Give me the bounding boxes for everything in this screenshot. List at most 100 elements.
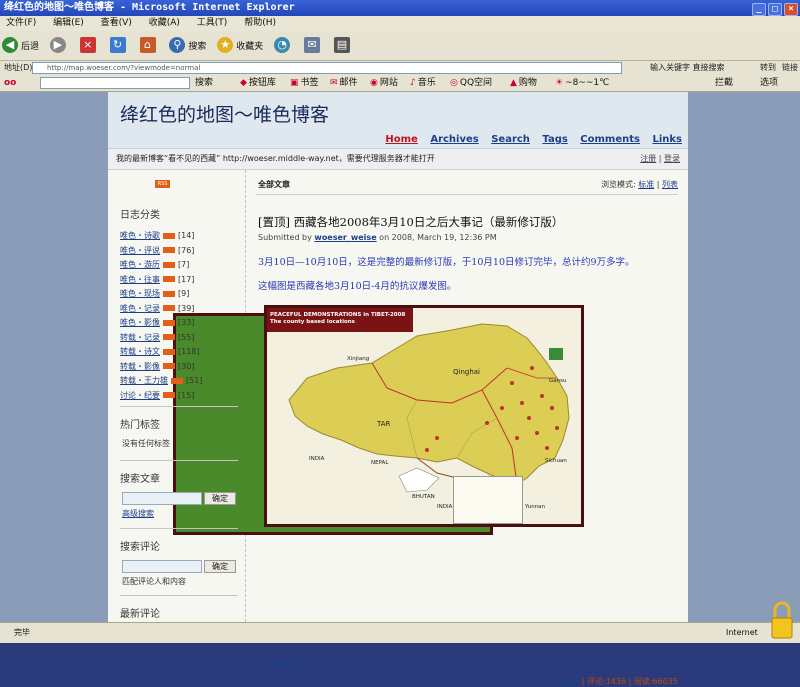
sidebar: MAPRSS 日志分类 唯色・诗歌[14]唯色・评说[76]唯色・游历[7]唯色… — [108, 170, 493, 622]
category-rss-icon[interactable] — [163, 247, 175, 253]
view-mode-standard[interactable]: 标准 — [638, 180, 654, 189]
category-rss-icon[interactable] — [163, 261, 175, 268]
links-item-qzone[interactable]: ◎ QQ空间 — [450, 75, 492, 92]
category-count: [7] — [178, 260, 190, 269]
search-posts-input[interactable] — [122, 492, 202, 505]
keyword-search-hint[interactable]: 输入关键字 直接搜索 — [650, 61, 725, 75]
menu-tools[interactable]: 工具(T) — [197, 16, 228, 31]
toolbar-search-input[interactable] — [40, 77, 190, 89]
map-label-yunnan: Yunnan — [525, 504, 546, 510]
category-name[interactable]: 转载・影像 — [120, 362, 160, 371]
category-rss-icon[interactable] — [171, 377, 183, 384]
category-name[interactable]: 讨论・纪要 — [120, 391, 160, 400]
category-name[interactable]: 唯色・诗歌 — [120, 231, 160, 240]
refresh-button[interactable]: ↻ — [109, 37, 129, 53]
category-item[interactable]: 唯色・往事 [17] — [120, 273, 240, 288]
nav-comments[interactable]: Comments — [580, 134, 640, 145]
links-item-shopping[interactable]: ▲ 购物 — [510, 75, 537, 92]
post-category-link[interactable]: 讨论・纪要 — [539, 677, 579, 686]
rss-badge[interactable]: RSS — [155, 180, 170, 188]
category-rss-icon[interactable] — [163, 334, 175, 340]
category-rss-icon[interactable] — [163, 305, 175, 311]
menu-favorites[interactable]: 收藏(A) — [149, 16, 180, 31]
menu-help[interactable]: 帮助(H) — [244, 16, 276, 31]
menu-view[interactable]: 查看(V) — [101, 16, 132, 31]
blog-title[interactable]: 绛红色的地图～唯色博客 — [120, 100, 329, 127]
maximize-button[interactable]: □ — [768, 3, 782, 16]
links-item-buttons[interactable]: ◆ 按钮库 — [240, 75, 276, 92]
home-button[interactable]: ⌂ — [139, 37, 159, 53]
category-item[interactable]: 转载・诗文 [118] — [120, 345, 240, 360]
category-item[interactable]: 转载・记录 [55] — [120, 331, 240, 346]
view-mode-list[interactable]: 列表 — [662, 180, 678, 189]
search-posts-button[interactable]: 确定 — [204, 492, 236, 505]
menu-file[interactable]: 文件(F) — [6, 16, 36, 31]
category-item[interactable]: 讨论・纪要 [15] — [120, 389, 240, 404]
links-item-mail[interactable]: ✉ 邮件 — [330, 75, 358, 92]
category-rss-icon[interactable] — [163, 392, 175, 398]
category-name[interactable]: 唯色・现场 — [120, 289, 160, 298]
category-name[interactable]: 唯色・评说 — [120, 246, 160, 255]
category-name[interactable]: 转载・记录 — [120, 333, 160, 342]
category-rss-icon[interactable] — [163, 232, 175, 239]
mail-button[interactable]: ✉ — [304, 37, 323, 53]
category-rss-icon[interactable] — [163, 348, 175, 355]
category-item[interactable]: 唯色・记录 [39] — [120, 302, 240, 317]
category-name[interactable]: 转载・诗文 — [120, 347, 160, 356]
category-item[interactable]: 唯色・评说 [76] — [120, 244, 240, 259]
star-icon: ★ — [217, 37, 234, 53]
search-comments-input[interactable] — [122, 560, 202, 573]
view-mode-label: 浏览模式: — [600, 180, 636, 189]
search-comments-button[interactable]: 确定 — [204, 560, 236, 573]
category-item[interactable]: 唯色・影像 [33] — [120, 316, 240, 331]
read-more-link[interactable]: 阅读全文 — [270, 659, 306, 669]
category-rss-icon[interactable] — [163, 363, 175, 369]
nav-links[interactable]: Links — [652, 134, 682, 145]
protest-map-image[interactable]: PEACEFUL DEMONSTRATIONS in TIBET-2008 Th… — [264, 305, 584, 527]
search-button[interactable]: ⚲ 搜索 — [169, 37, 206, 53]
category-name[interactable]: 转载・王力雄 — [120, 376, 168, 385]
links-item-bookmarks[interactable]: ▣ 书签 — [290, 75, 319, 92]
links-search[interactable]: 搜索 — [195, 75, 213, 92]
advanced-search-link[interactable]: 高级搜索 — [122, 508, 154, 519]
category-item[interactable]: 转载・王力雄 [51] — [120, 374, 240, 389]
links-label[interactable]: 链接 — [782, 61, 798, 75]
nav-search[interactable]: Search — [491, 134, 530, 145]
category-name[interactable]: 唯色・往事 — [120, 275, 160, 284]
options-button[interactable]: 选项 — [760, 75, 778, 92]
print-button[interactable]: ▤ — [333, 37, 353, 53]
nav-home[interactable]: Home — [385, 134, 417, 145]
address-input[interactable]: http://map.woeser.com/?viewmode=normal — [32, 62, 622, 74]
history-button[interactable]: ◔ — [274, 37, 293, 53]
nav-archives[interactable]: Archives — [430, 134, 478, 145]
links-item-weather[interactable]: ☀ ~8~~1℃ — [555, 75, 609, 92]
go-button[interactable]: 转到 — [760, 61, 776, 75]
close-button[interactable]: × — [784, 3, 798, 16]
map-label-xinjiang: Xinjiang — [347, 356, 370, 362]
links-item-music[interactable]: ♪ 音乐 — [410, 75, 436, 92]
category-name[interactable]: 唯色・影像 — [120, 318, 160, 327]
category-item[interactable]: 唯色・游历 [7] — [120, 258, 240, 273]
category-name[interactable]: 唯色・记录 — [120, 304, 160, 313]
register-link[interactable]: 注册 — [640, 154, 656, 163]
category-rss-icon[interactable] — [163, 319, 175, 326]
links-item-sites[interactable]: ◉ 网站 — [370, 75, 398, 92]
favorites-button[interactable]: ★ 收藏夹 — [217, 37, 263, 53]
forward-button[interactable]: ▶ — [49, 37, 69, 53]
category-item[interactable]: 唯色・诗歌 [14] — [120, 229, 240, 244]
category-name[interactable]: 唯色・游历 — [120, 260, 160, 269]
category-rss-icon[interactable] — [163, 290, 175, 297]
post-title[interactable]: [置顶] 西藏各地2008年3月10日之后大事记（最新修订版） — [258, 214, 563, 230]
category-rss-icon[interactable] — [163, 276, 175, 282]
category-item[interactable]: 唯色・现场 [9] — [120, 287, 240, 302]
block-button[interactable]: 拦截 — [715, 75, 733, 92]
minimize-button[interactable]: _ — [752, 3, 766, 16]
back-button[interactable]: ◀ 后退 — [2, 37, 39, 53]
category-item[interactable]: 转载・影像 [30] — [120, 360, 240, 375]
nav-tags[interactable]: Tags — [542, 134, 567, 145]
stop-button[interactable]: × — [79, 37, 99, 53]
author-link[interactable]: woeser_weise — [314, 233, 376, 242]
menu-edit[interactable]: 编辑(E) — [53, 16, 84, 31]
login-link[interactable]: 登录 — [664, 154, 680, 163]
comment-count[interactable]: 评论:1436 — [587, 677, 626, 686]
